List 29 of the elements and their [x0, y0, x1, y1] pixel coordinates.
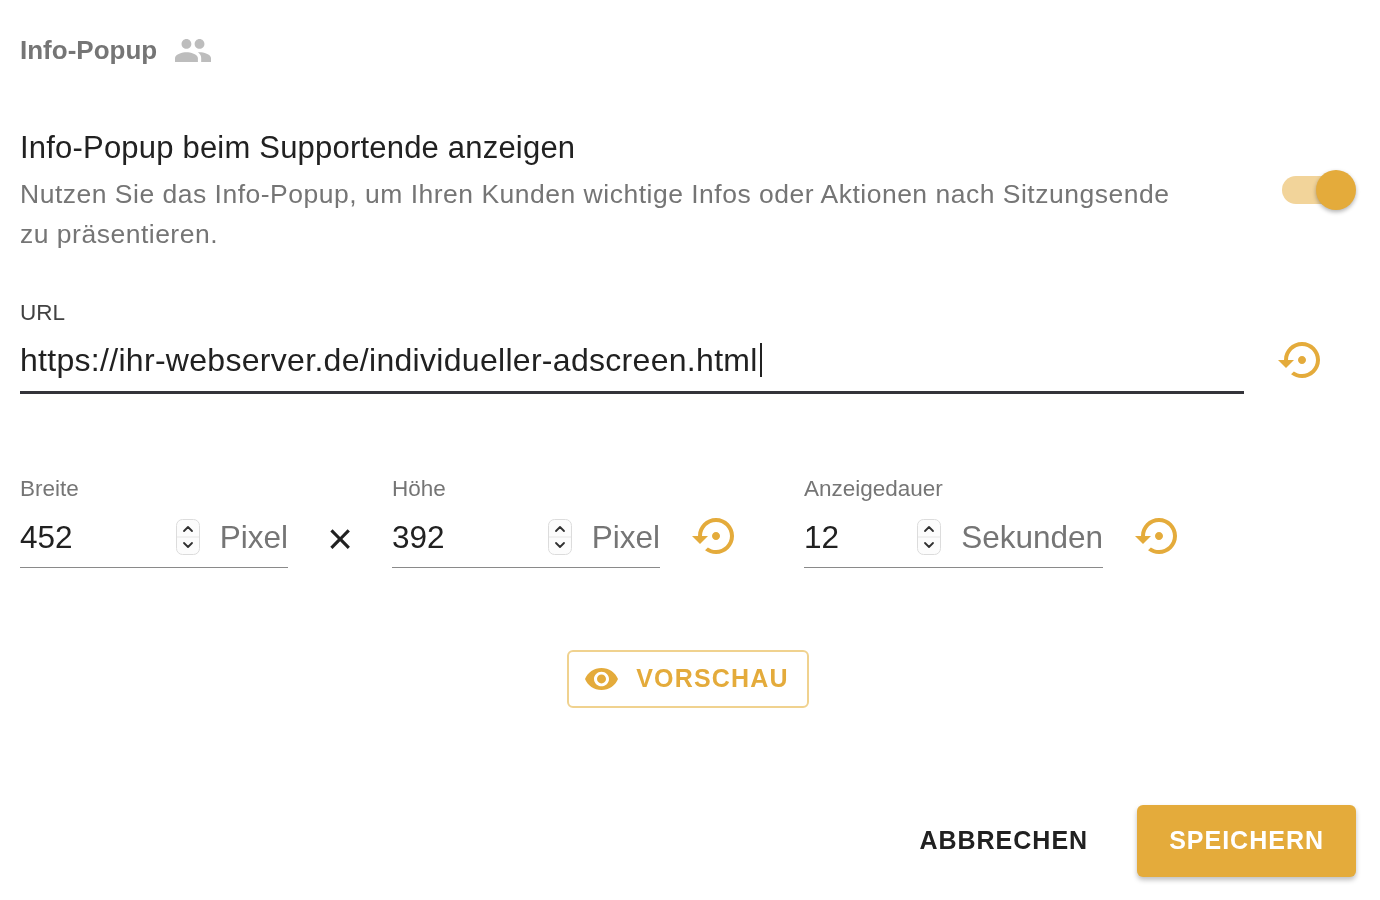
people-icon: [175, 38, 212, 62]
field-label: URL: [20, 300, 66, 326]
number-field[interactable]: 12 Sekunden: [804, 502, 1103, 568]
circular-arrow-icon[interactable]: [692, 518, 734, 554]
number-field[interactable]: 392 Pixel: [392, 502, 660, 568]
circular-arrow-icon[interactable]: [1135, 518, 1177, 554]
unit-label: Pixel: [219, 518, 288, 557]
stepper-icon[interactable]: [175, 519, 200, 555]
stepper-icon[interactable]: [917, 519, 942, 555]
unit-label: Pixel: [591, 518, 660, 557]
field-label: Höhe: [392, 476, 447, 502]
toggle-switch[interactable]: [1282, 170, 1356, 210]
field-label: Anzeigedauer: [804, 476, 944, 502]
circular-arrow-icon[interactable]: [1278, 342, 1320, 378]
setting-description: Nutzen Sie das Info-Popup, um Ihren Kunden wichtige Infos oder Aktionen nach Sitzungsende zu präsentieren.: [20, 178, 1171, 251]
field-value: 452: [20, 518, 74, 557]
cancel-button[interactable]: ABBRECHEN: [903, 805, 1105, 877]
field-value: 12: [804, 518, 841, 557]
unit-label: Sekunden: [961, 518, 1103, 557]
eye-icon: [585, 668, 619, 690]
multiply-sign: ×: [326, 519, 354, 559]
number-field[interactable]: 452 Pixel: [20, 502, 288, 568]
field-value: https://ihr-webserver.de/individueller-adscreen.html: [20, 341, 758, 380]
field-value: 392: [392, 518, 446, 557]
field-label: Breite: [20, 476, 80, 502]
url-field[interactable]: https://ihr-webserver.de/individueller-adscreen.html: [20, 336, 1244, 394]
stepper-icon[interactable]: [547, 519, 572, 555]
section-title: Info-Popup: [20, 34, 158, 67]
setting-title: Info-Popup beim Supportende anzeigen: [20, 130, 577, 166]
